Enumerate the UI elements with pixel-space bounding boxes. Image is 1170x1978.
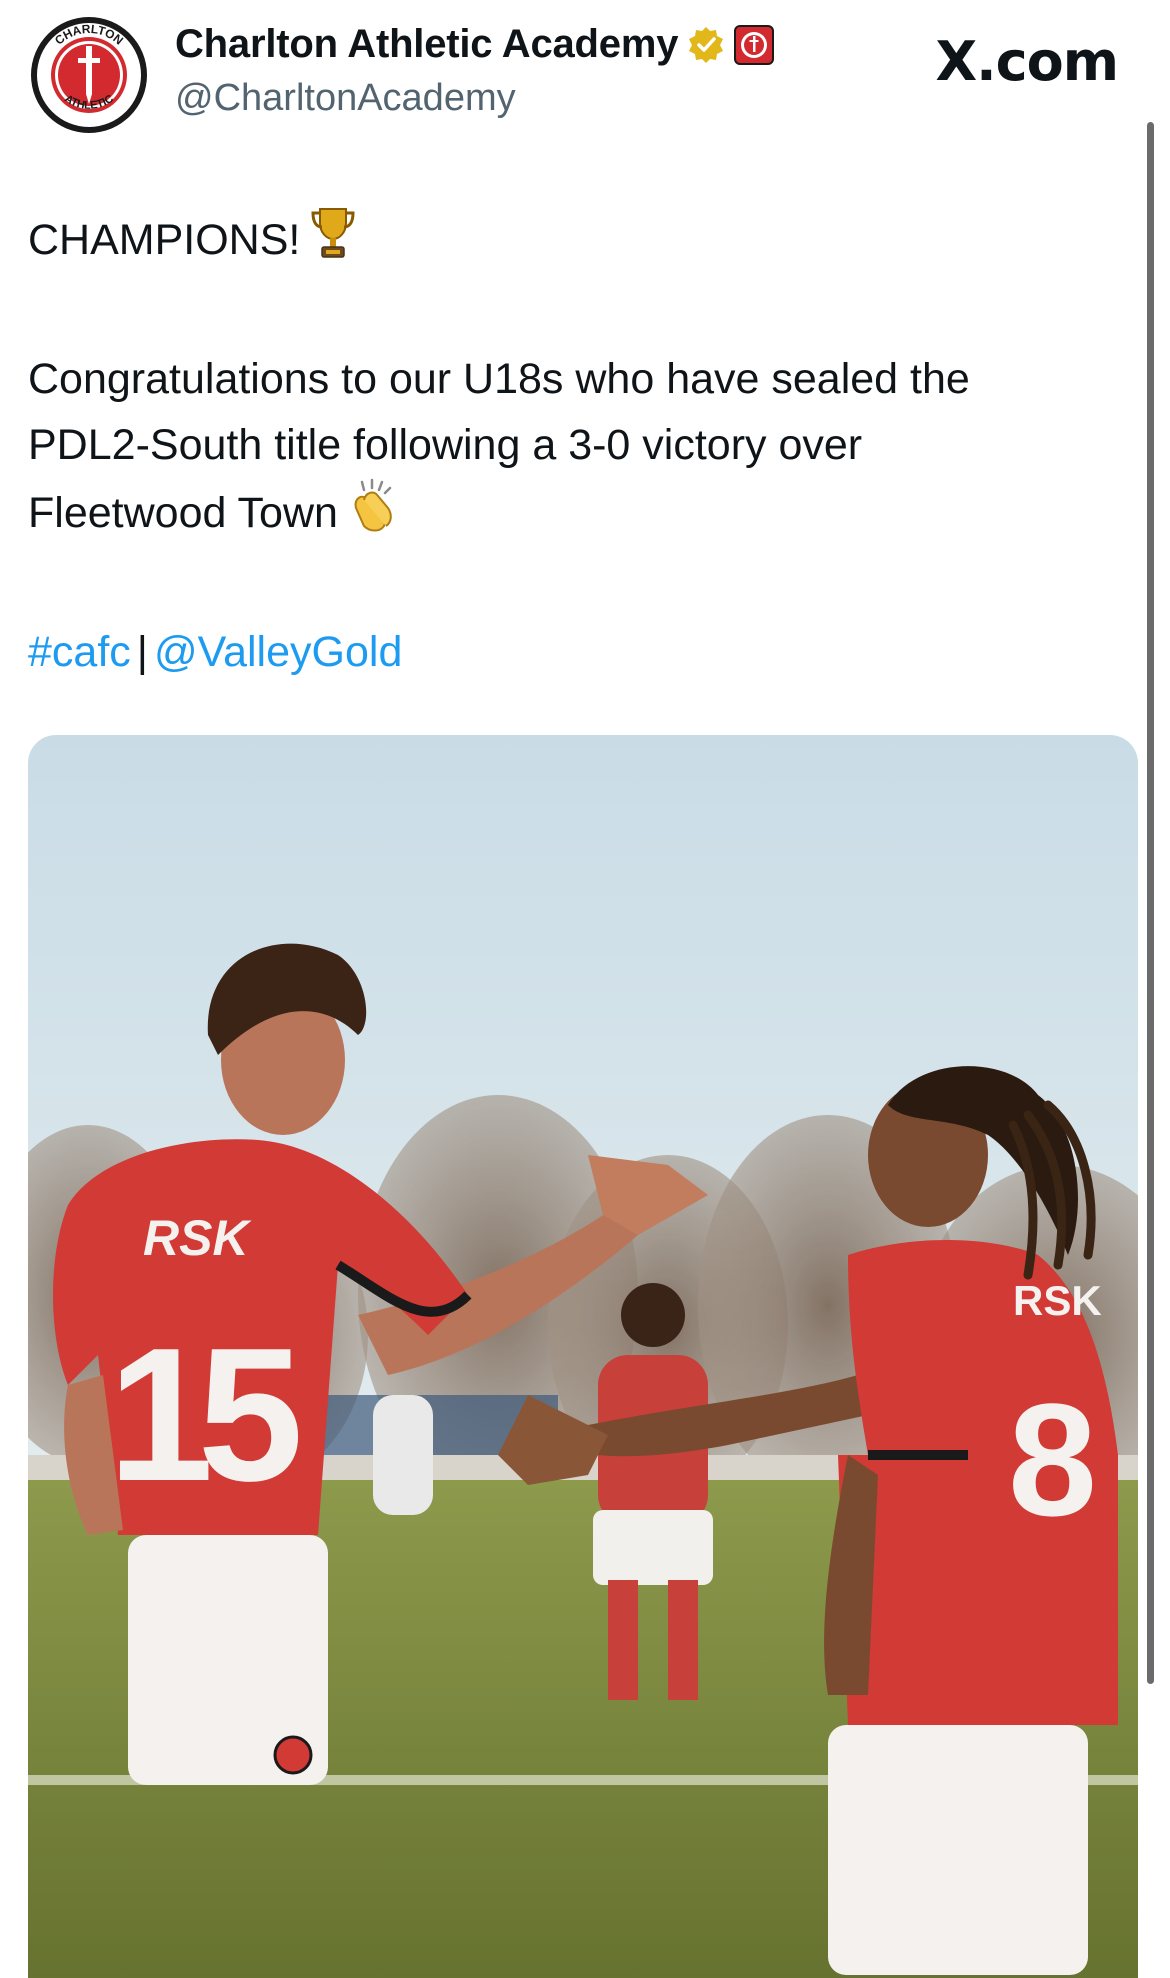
x-logo: X.com bbox=[935, 30, 1119, 93]
affiliate-badge-icon[interactable] bbox=[734, 24, 775, 65]
link-separator: | bbox=[136, 628, 148, 676]
body-line-3: Fleetwood Town bbox=[28, 488, 338, 537]
tweet-header: CHARLTON ATHLETIC Charlton Athletic Acad… bbox=[0, 0, 1170, 140]
verified-badge-icon bbox=[686, 25, 726, 65]
avatar[interactable]: CHARLTON ATHLETIC bbox=[30, 16, 148, 134]
charlton-crest-icon: CHARLTON ATHLETIC bbox=[31, 17, 147, 133]
hashtag-link[interactable]: #cafc bbox=[28, 628, 131, 676]
tweet-photo[interactable]: RSK 15 RSK 8 bbox=[28, 735, 1138, 1978]
display-name[interactable]: Charlton Athletic Academy bbox=[175, 22, 678, 67]
trophy-icon bbox=[310, 205, 356, 280]
mention-link[interactable]: @ValleyGold bbox=[154, 628, 402, 676]
body-line-2: PDL2-South title following a 3-0 victory… bbox=[28, 421, 863, 469]
name-row: Charlton Athletic Academy bbox=[175, 22, 775, 67]
right-sponsor-text: RSK bbox=[1013, 1277, 1102, 1324]
players-photo: RSK 15 RSK 8 bbox=[28, 735, 1138, 1978]
left-sponsor-text: RSK bbox=[143, 1210, 252, 1266]
headline-line: CHAMPIONS! bbox=[28, 205, 1118, 280]
tweet-text: CHAMPIONS! Congratulations to our U18s w… bbox=[28, 205, 1118, 685]
body-line-1: Congratulations to our U18s who have sea… bbox=[28, 355, 970, 403]
clapping-hands-icon bbox=[348, 478, 400, 553]
headline: CHAMPIONS! bbox=[28, 215, 301, 264]
scrollbar[interactable] bbox=[1147, 122, 1154, 1684]
body-line-3-wrap: Fleetwood Town bbox=[28, 478, 1118, 553]
account-handle[interactable]: @CharltonAcademy bbox=[175, 77, 516, 120]
right-shirt-number: 8 bbox=[1008, 1370, 1097, 1549]
links-line: #cafc | @ValleyGold bbox=[28, 619, 1118, 685]
left-shirt-number: 15 bbox=[108, 1309, 299, 1521]
